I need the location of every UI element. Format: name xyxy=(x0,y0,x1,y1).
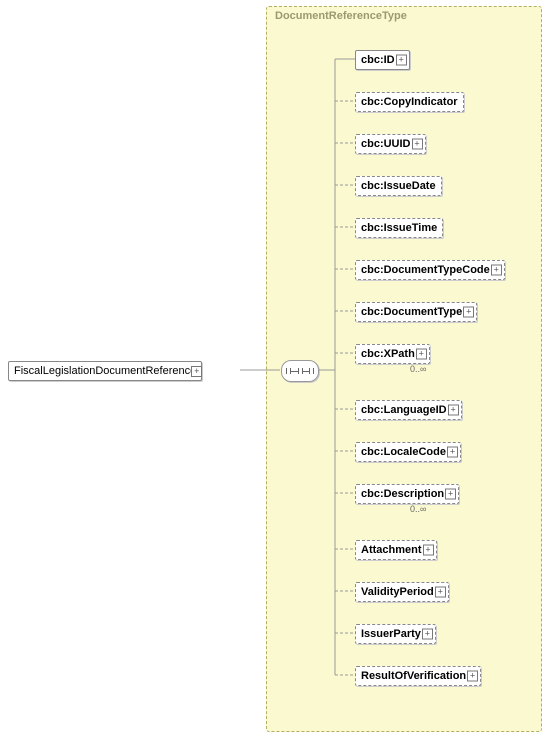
child-element-label: cbc:UUID xyxy=(361,138,411,150)
expand-icon[interactable]: + xyxy=(416,349,427,360)
expand-icon[interactable]: + xyxy=(463,307,474,318)
child-element-label: cbc:Description xyxy=(361,488,444,500)
child-element-label: IssuerParty xyxy=(361,628,421,640)
child-element[interactable]: cbc:IssueTime xyxy=(355,218,443,238)
child-element[interactable]: cbc:DocumentType+ xyxy=(355,302,477,322)
child-element-label: cbc:LanguageID xyxy=(361,404,447,416)
expand-icon[interactable]: + xyxy=(423,545,434,556)
child-element-label: cbc:CopyIndicator xyxy=(361,96,458,108)
child-element-label: cbc:LocaleCode xyxy=(361,446,446,458)
cardinality-label: 0..∞ xyxy=(410,504,426,514)
child-element[interactable]: cbc:ID+ xyxy=(355,50,410,70)
child-element[interactable]: IssuerParty+ xyxy=(355,624,436,644)
expand-icon[interactable]: + xyxy=(422,629,433,640)
cardinality-label: 0..∞ xyxy=(410,364,426,374)
expand-icon[interactable]: + xyxy=(491,265,502,276)
child-element[interactable]: cbc:Description+ xyxy=(355,484,459,504)
child-element[interactable]: cbc:CopyIndicator xyxy=(355,92,464,112)
expand-icon[interactable]: + xyxy=(435,587,446,598)
root-element[interactable]: FiscalLegislationDocumentReference + xyxy=(8,361,202,381)
child-element[interactable]: cbc:XPath+ xyxy=(355,344,430,364)
expand-icon[interactable]: + xyxy=(396,55,407,66)
sequence-compositor[interactable] xyxy=(281,360,319,382)
child-element[interactable]: cbc:LanguageID+ xyxy=(355,400,462,420)
child-element-label: ValidityPeriod xyxy=(361,586,434,598)
child-element-label: cbc:XPath xyxy=(361,348,415,360)
child-element-label: cbc:IssueTime xyxy=(361,222,437,234)
child-element[interactable]: cbc:UUID+ xyxy=(355,134,426,154)
child-element[interactable]: cbc:IssueDate xyxy=(355,176,442,196)
child-element[interactable]: ValidityPeriod+ xyxy=(355,582,449,602)
expand-icon[interactable]: + xyxy=(412,139,423,150)
child-element[interactable]: cbc:DocumentTypeCode+ xyxy=(355,260,505,280)
sequence-icon xyxy=(286,368,314,374)
expand-icon[interactable]: + xyxy=(191,366,202,377)
child-element-label: cbc:DocumentTypeCode xyxy=(361,264,490,276)
expand-icon[interactable]: + xyxy=(447,447,458,458)
expand-icon[interactable]: + xyxy=(445,489,456,500)
child-element-label: cbc:DocumentType xyxy=(361,306,462,318)
child-element-label: ResultOfVerification xyxy=(361,670,466,682)
child-element[interactable]: ResultOfVerification+ xyxy=(355,666,481,686)
type-group-label: DocumentReferenceType xyxy=(275,10,407,22)
child-element-label: cbc:IssueDate xyxy=(361,180,436,192)
child-element[interactable]: Attachment+ xyxy=(355,540,437,560)
child-element-label: Attachment xyxy=(361,544,422,556)
expand-icon[interactable]: + xyxy=(467,671,478,682)
root-element-label: FiscalLegislationDocumentReference xyxy=(14,365,196,377)
child-element[interactable]: cbc:LocaleCode+ xyxy=(355,442,461,462)
child-element-label: cbc:ID xyxy=(361,54,395,66)
expand-icon[interactable]: + xyxy=(448,405,459,416)
